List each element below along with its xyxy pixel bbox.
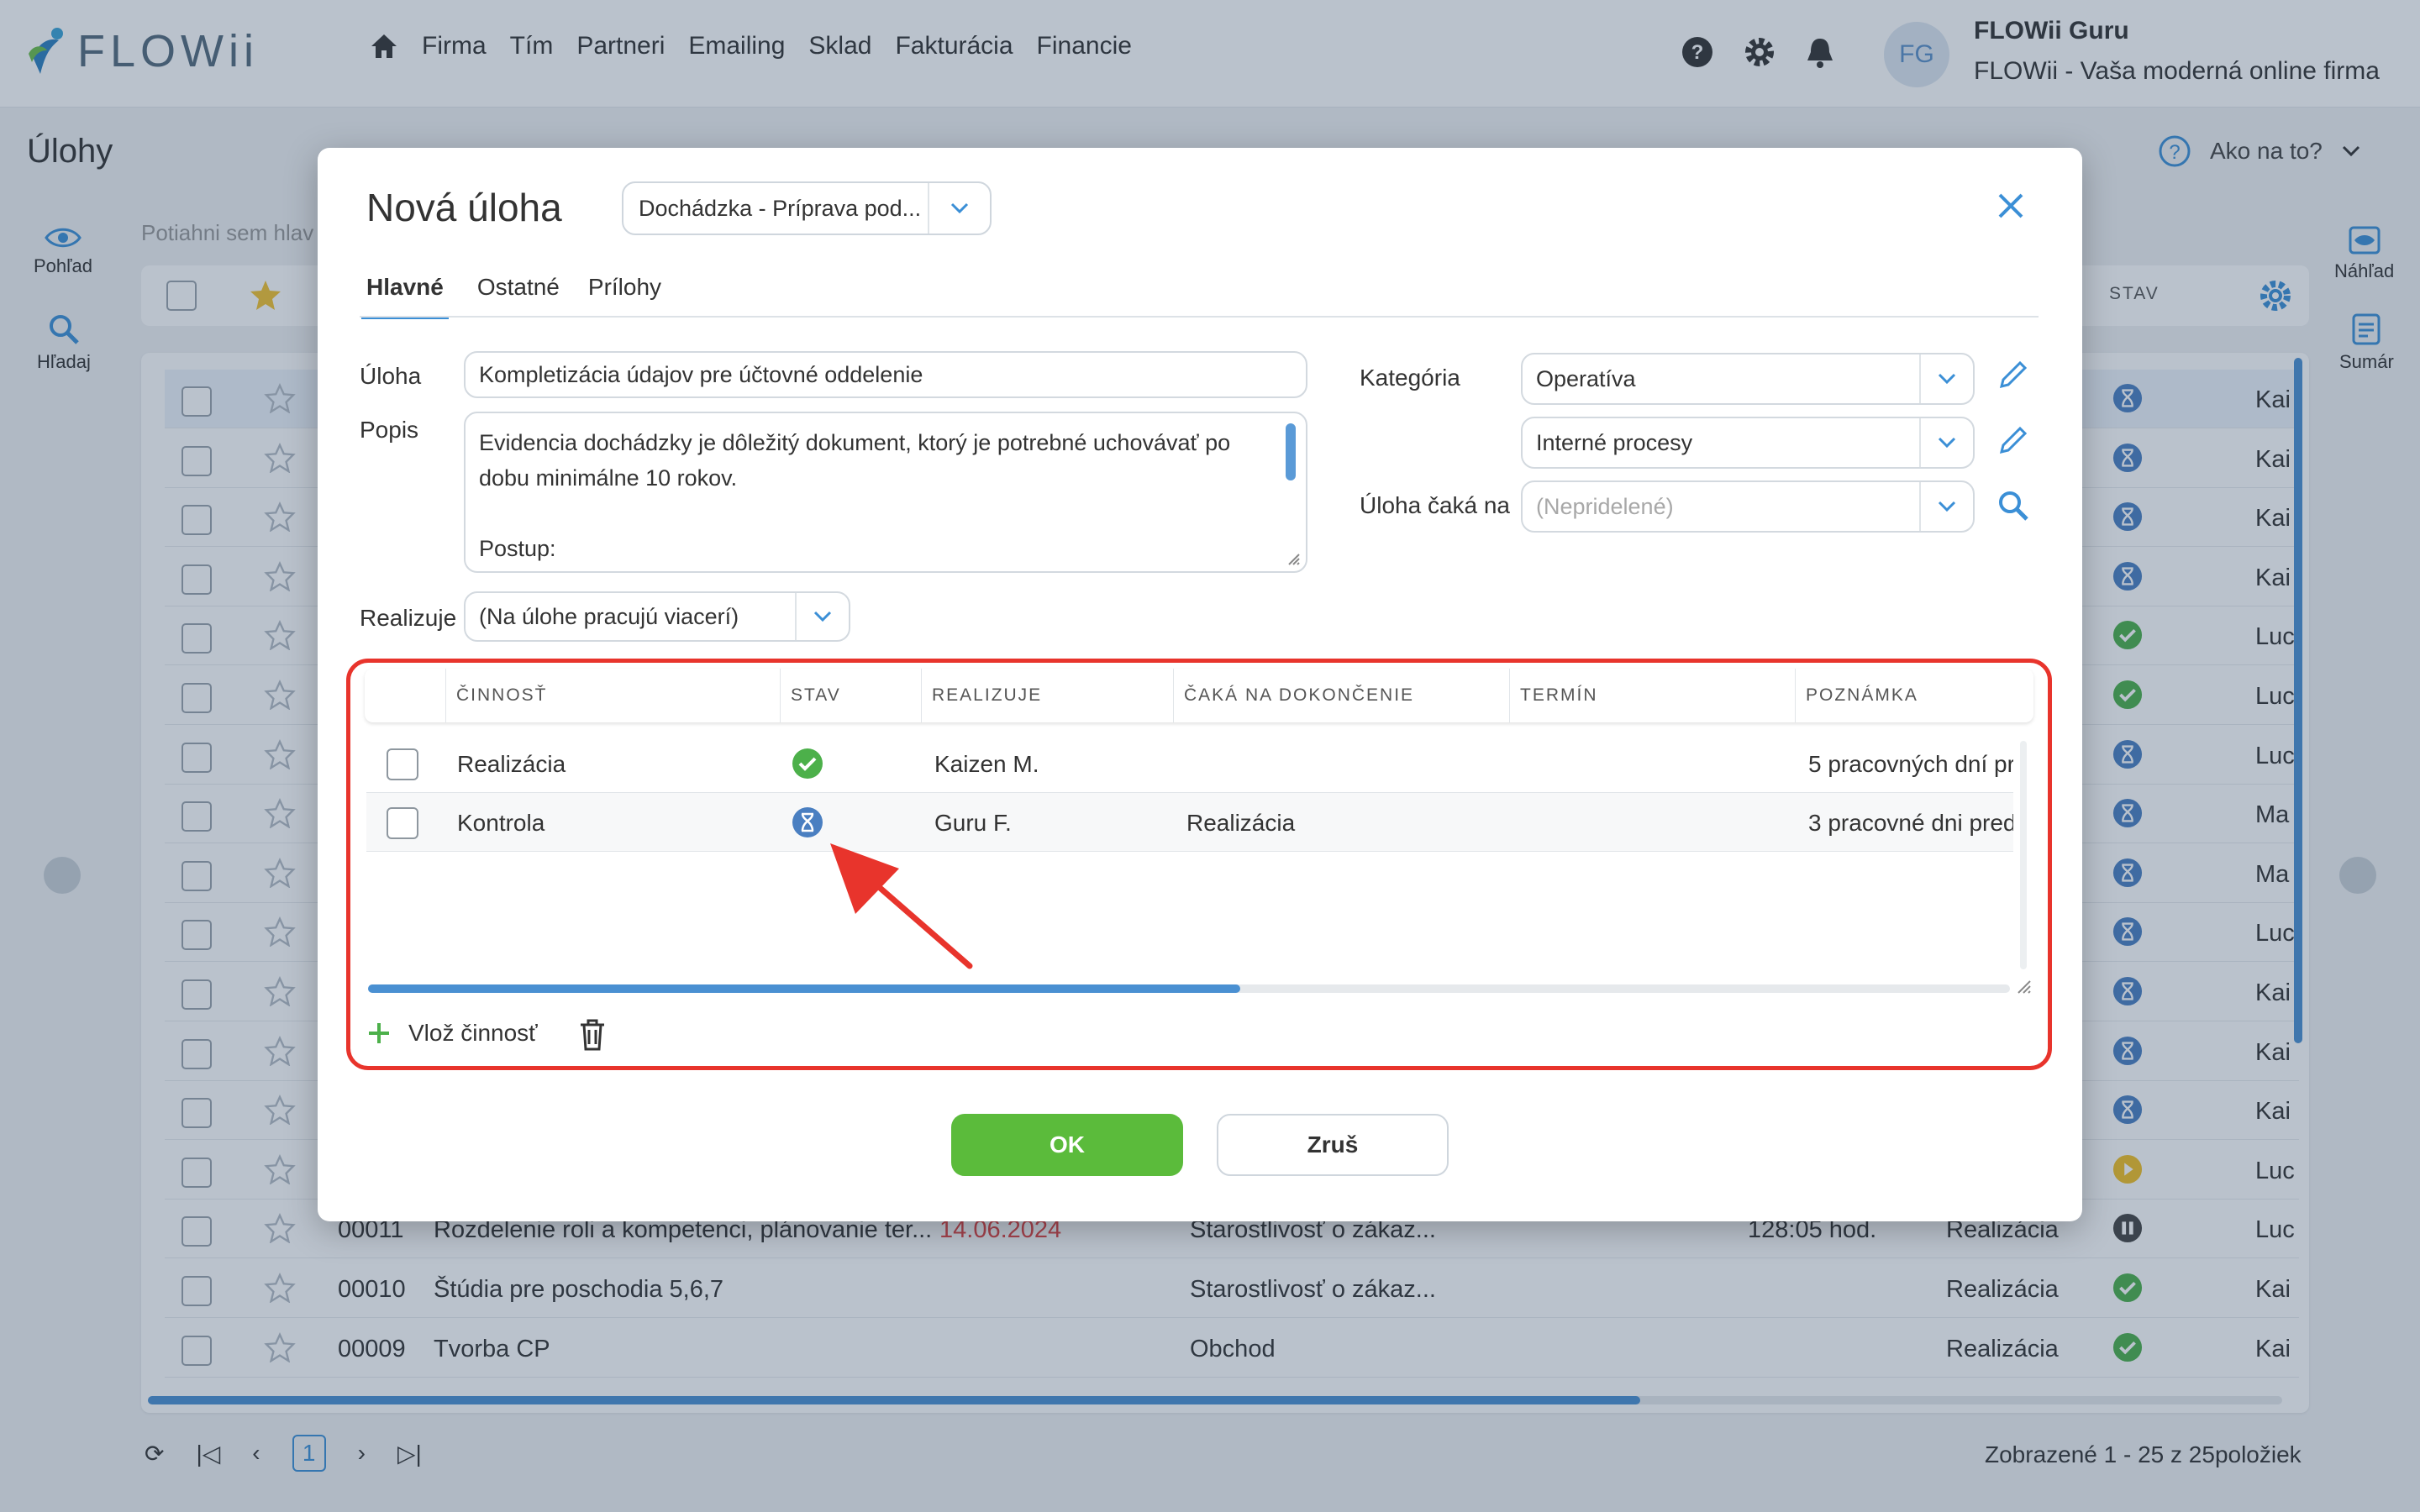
activities-horizontal-scrollbar[interactable] <box>368 984 2010 993</box>
template-select[interactable]: Dochádzka - Príprava pod... <box>622 181 992 235</box>
description-label: Popis <box>360 417 419 443</box>
activity-realizer: Kaizen M. <box>934 751 1039 777</box>
tab-divider <box>360 316 2039 318</box>
col-stav[interactable]: STAV <box>780 669 921 722</box>
description-line <box>479 496 1255 531</box>
activity-waits: Realizácia <box>1186 810 1296 836</box>
description-line: dobu minimálne 10 rokov. <box>479 465 738 491</box>
waits-on-placeholder: (Nepridelené) <box>1536 493 1674 519</box>
col-termin[interactable]: TERMÍN <box>1509 669 1795 722</box>
chevron-down-icon <box>928 183 990 234</box>
activity-name: Kontrola <box>457 810 545 836</box>
realizes-value: (Na úlohe pracujú viacerí) <box>479 603 739 629</box>
edit-category-icon[interactable] <box>1996 358 2030 391</box>
annotation-arrow-icon <box>830 843 973 969</box>
activity-name: Realizácia <box>457 751 566 777</box>
task-label: Úloha <box>360 363 422 389</box>
chevron-down-icon <box>1919 354 1973 403</box>
chevron-down-icon <box>1919 482 1973 531</box>
subcategory-select[interactable]: Interné procesy <box>1521 417 1975 469</box>
tab-ostatne[interactable]: Ostatné <box>477 274 560 319</box>
edit-subcategory-icon[interactable] <box>1996 423 2030 457</box>
dialog-title: Nová úloha <box>366 186 562 229</box>
activity-note: 3 pracovné dni pred <box>1808 810 2013 836</box>
dialog-tabs: Hlavné Ostatné Prílohy <box>361 274 661 319</box>
description-scrollbar[interactable] <box>1286 423 1296 480</box>
cancel-button[interactable]: Zruš <box>1217 1114 1449 1176</box>
category-value: Operatíva <box>1536 365 1636 391</box>
description-textarea[interactable]: Evidencia dochádzky je dôležitý dokument… <box>464 412 1307 573</box>
header-checkbox-cell <box>365 669 445 722</box>
chevron-down-icon <box>795 593 849 640</box>
activity-checkbox[interactable] <box>387 807 418 839</box>
realizes-select[interactable]: (Na úlohe pracujú viacerí) <box>464 591 850 642</box>
task-name-value: Kompletizácia údajov pre účtovné oddelen… <box>479 361 923 387</box>
activities-vertical-scrollbar[interactable] <box>2020 741 2027 969</box>
activity-note: 5 pracovných dní pr <box>1808 751 2013 777</box>
col-caka-na[interactable]: ČAKÁ NA DOKONČENIE <box>1173 669 1509 722</box>
realizes-label: Realizuje <box>360 605 457 631</box>
waits-on-label: Úloha čaká na <box>1360 492 1511 518</box>
add-activity-label: Vlož činnosť <box>408 1020 538 1046</box>
tab-hlavne[interactable]: Hlavné <box>361 274 449 319</box>
activity-checkbox[interactable] <box>387 748 418 780</box>
task-name-input[interactable]: Kompletizácia údajov pre účtovné oddelen… <box>464 351 1307 398</box>
waits-on-select[interactable]: (Nepridelené) <box>1521 480 1975 533</box>
trash-icon[interactable] <box>578 1018 607 1052</box>
description-line: Evidencia dochádzky je dôležitý dokument… <box>479 430 1231 455</box>
activity-row[interactable]: Realizácia Kaizen M. 5 pracovných dní pr <box>366 734 2013 793</box>
activities-header: ČINNOSŤ STAV REALIZUJE ČAKÁ NA DOKONČENI… <box>365 669 2033 722</box>
col-realizuje[interactable]: REALIZUJE <box>921 669 1173 722</box>
ok-button[interactable]: OK <box>951 1114 1183 1176</box>
category-select[interactable]: Operatíva <box>1521 353 1975 405</box>
description-line: Postup: <box>479 536 556 561</box>
col-cinnost[interactable]: ČINNOSŤ <box>445 669 780 722</box>
template-value: Dochádzka - Príprava pod... <box>639 195 922 221</box>
category-label: Kategória <box>1360 365 1460 391</box>
search-icon[interactable] <box>1996 489 2030 522</box>
add-activity-button[interactable]: Vlož činnosť <box>366 1020 538 1047</box>
col-poznamka[interactable]: POZNÁMKA <box>1795 669 2033 722</box>
plus-icon <box>369 1023 389 1043</box>
resize-handle-icon[interactable] <box>1287 553 1301 566</box>
chevron-down-icon <box>1919 418 1973 467</box>
resize-handle-icon[interactable] <box>2017 979 2032 995</box>
activity-row[interactable]: Kontrola Guru F. Realizácia 3 pracovné d… <box>366 793 2013 852</box>
close-icon[interactable] <box>1996 192 2025 220</box>
tab-prilohy[interactable]: Prílohy <box>588 274 661 319</box>
status-done-icon[interactable] <box>792 748 823 780</box>
subcategory-value: Interné procesy <box>1536 429 1693 455</box>
